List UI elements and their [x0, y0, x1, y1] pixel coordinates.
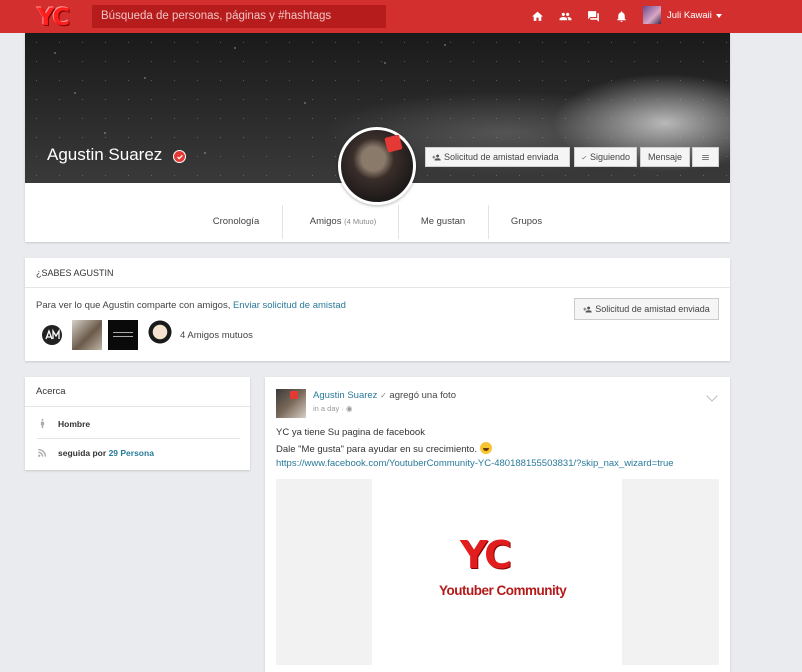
- gender-row: Hombre: [37, 418, 90, 429]
- mutual-friends-count: (4 Mutuo): [344, 217, 377, 226]
- post-image-content: YC Youtuber Community: [372, 479, 622, 665]
- tab-grupos[interactable]: Grupos: [495, 205, 558, 239]
- post-action: agregó una foto: [389, 390, 456, 401]
- following-button[interactable]: Siguiendo: [574, 147, 637, 167]
- friend-request-sent-button[interactable]: Solicitud de amistad enviada: [574, 298, 719, 320]
- followed-by-label: seguida por: [58, 447, 107, 458]
- followers-row: seguida por 29 Persona: [37, 447, 154, 458]
- tab-cronologia[interactable]: Cronología: [198, 205, 274, 239]
- tab-divider: [398, 205, 399, 239]
- home-icon[interactable]: [530, 9, 544, 23]
- post-text-line: YC ya tiene Su pagina de facebook: [276, 427, 425, 438]
- divider: [37, 438, 240, 439]
- tab-label: Me gustan: [420, 216, 466, 227]
- post-text-line: Dale "Me gusta" para ayudar en su crecim…: [276, 442, 493, 455]
- card-title: Acerca: [25, 377, 250, 407]
- about-card: Acerca Hombre seguida por 29 Persona: [25, 377, 250, 470]
- tab-label: Grupos: [510, 216, 543, 227]
- post-text: Dale "Me gusta" para ayudar en su crecim…: [276, 444, 478, 455]
- send-friend-request-link[interactable]: Enviar solicitud de amistad: [233, 300, 346, 311]
- post-header: Agustin Suarez ✓ agregó una foto: [313, 390, 456, 401]
- add-user-icon: [583, 306, 592, 312]
- post-time-label: in a day ·: [313, 404, 344, 413]
- post-author-link[interactable]: Agustin Suarez: [313, 390, 377, 401]
- messages-icon[interactable]: [586, 9, 600, 23]
- friends-icon[interactable]: [558, 9, 572, 23]
- post-card: Agustin Suarez ✓ agregó una foto in a da…: [265, 377, 730, 672]
- card-title: ¿SABES AGUSTIN: [25, 258, 730, 288]
- following-label: Siguiendo: [589, 152, 630, 162]
- mutual-friends-label[interactable]: 4 Amigos mutuos: [180, 330, 253, 341]
- friend-prompt-label: Para ver lo que Agustin comparte con ami…: [36, 300, 233, 311]
- chevron-down-icon[interactable]: [706, 390, 718, 402]
- know-person-card: ¿SABES AGUSTIN Para ver lo que Agustin c…: [25, 258, 730, 361]
- verified-icon: [173, 150, 186, 163]
- message-label: Mensaje: [647, 152, 683, 162]
- tab-amigos[interactable]: Amigos (4 Mutuo): [293, 205, 393, 239]
- post-url-link[interactable]: https://www.facebook.com/YoutuberCommuni…: [276, 458, 674, 469]
- yc-logo-text: YC: [460, 533, 512, 577]
- globe-icon: ◉: [345, 404, 353, 413]
- tab-label: Amigos: [309, 216, 342, 227]
- profile-name: Agustin Suarez: [47, 145, 163, 164]
- rss-icon: [38, 448, 47, 457]
- notifications-icon[interactable]: [614, 9, 628, 23]
- chevron-down-icon[interactable]: [716, 14, 722, 18]
- top-navbar: YC Búsqueda de personas, páginas y #hash…: [0, 0, 802, 33]
- mutual-friend-avatar[interactable]: [108, 320, 138, 350]
- verified-icon: ✓: [380, 391, 387, 400]
- gender-value: Hombre: [58, 418, 91, 429]
- yc-caption: Youtuber Community: [439, 583, 567, 598]
- post-timestamp[interactable]: in a day · ◉: [313, 404, 353, 413]
- person-icon: [40, 418, 45, 429]
- friend-prompt-text: Para ver lo que Agustin comparte con ami…: [36, 300, 346, 311]
- friend-request-sent-label: Solicitud de amistad enviada: [444, 152, 559, 162]
- tab-me-gustan[interactable]: Me gustan: [405, 205, 481, 239]
- profile-header: Agustin Suarez Solicitud de amistad envi…: [25, 33, 730, 242]
- friend-request-sent-label: Solicitud de amistad enviada: [595, 304, 710, 314]
- profile-tabs: Cronología Amigos (4 Mutuo) Me gustan Gr…: [25, 183, 730, 242]
- site-logo[interactable]: YC: [37, 3, 79, 31]
- friend-request-sent-button[interactable]: Solicitud de amistad enviada: [425, 147, 570, 167]
- more-options-button[interactable]: [692, 147, 719, 167]
- post-author-avatar[interactable]: [276, 389, 306, 418]
- tab-label: Cronología: [212, 216, 260, 227]
- tab-divider: [488, 205, 489, 239]
- check-icon: [581, 155, 587, 159]
- mutual-friend-avatar[interactable]: [145, 320, 175, 350]
- add-user-icon: [432, 154, 441, 160]
- message-button[interactable]: Mensaje: [640, 147, 690, 167]
- smile-emoji-icon: [480, 442, 493, 454]
- search-input[interactable]: Búsqueda de personas, páginas y #hashtag…: [92, 5, 386, 28]
- post-image[interactable]: YC Youtuber Community: [276, 479, 719, 665]
- followers-link[interactable]: 29 Persona: [109, 448, 154, 458]
- user-name[interactable]: Juli Kawaii: [667, 10, 712, 21]
- mutual-friend-avatar[interactable]: [37, 320, 67, 350]
- tab-divider: [282, 205, 283, 239]
- menu-icon: [702, 154, 709, 160]
- user-avatar[interactable]: [643, 6, 661, 24]
- mutual-friend-avatar[interactable]: [72, 320, 102, 350]
